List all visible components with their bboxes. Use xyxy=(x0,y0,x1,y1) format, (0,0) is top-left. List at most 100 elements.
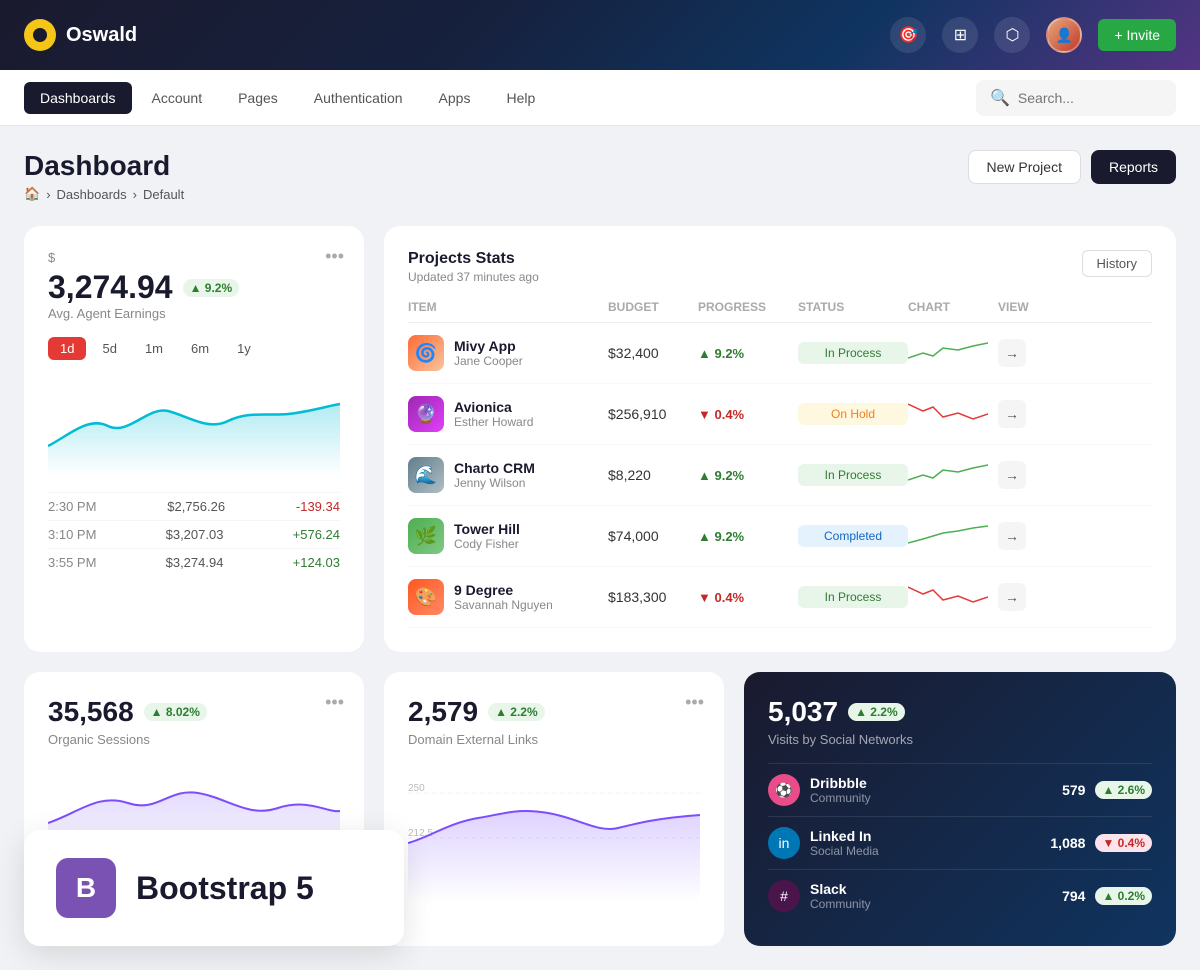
social-badge: ▲ 2.2% xyxy=(848,703,905,721)
projects-header: Projects Stats Updated 37 minutes ago Hi… xyxy=(408,250,1152,284)
social-row-slack: # Slack Community 794 ▲ 0.2% xyxy=(768,869,1152,922)
earnings-card: ••• $ 3,274.94 ▲ 9.2% Avg. Agent Earning… xyxy=(24,226,364,652)
organic-sessions-card: ••• 35,568 ▲ 8.02% Organic Sessions xyxy=(24,672,364,946)
history-button[interactable]: History xyxy=(1082,250,1152,277)
chart-data: 2:30 PM $2,756.26 -139.34 3:10 PM $3,207… xyxy=(48,492,340,576)
organic-badge: ▲ 8.02% xyxy=(144,703,207,721)
tab-pages[interactable]: Pages xyxy=(222,82,294,114)
filter-1y[interactable]: 1y xyxy=(225,337,263,360)
status-badge-inprocess: In Process xyxy=(798,464,908,486)
slack-badge: ▲ 0.2% xyxy=(1095,887,1152,905)
filter-5d[interactable]: 5d xyxy=(90,337,128,360)
search-icon: 🔍 xyxy=(990,88,1010,108)
status-badge-inprocess: In Process xyxy=(798,342,908,364)
status-badge-onhold: On Hold xyxy=(798,403,908,425)
projects-table: ITEM BUDGET PROGRESS STATUS CHART VIEW 🌀… xyxy=(408,300,1152,628)
view-button[interactable]: → xyxy=(998,400,1026,428)
avatar[interactable]: 👤 xyxy=(1046,17,1082,53)
project-icon-mivy: 🌀 xyxy=(408,335,444,371)
tab-account[interactable]: Account xyxy=(136,82,219,114)
filter-1m[interactable]: 1m xyxy=(133,337,175,360)
nav-tabs: Dashboards Account Pages Authentication … xyxy=(24,82,551,114)
tab-help[interactable]: Help xyxy=(490,82,551,114)
tab-dashboards[interactable]: Dashboards xyxy=(24,82,132,114)
project-icon-9degree: 🎨 xyxy=(408,579,444,615)
social-label: Visits by Social Networks xyxy=(768,732,1152,747)
new-project-button[interactable]: New Project xyxy=(968,150,1081,184)
page-title: Dashboard xyxy=(24,150,184,182)
view-button[interactable]: → xyxy=(998,583,1026,611)
domain-chart: 250 212.5 xyxy=(408,763,700,903)
more-options-button[interactable]: ••• xyxy=(325,692,344,713)
more-options-button[interactable]: ••• xyxy=(685,692,704,713)
currency-symbol: $ xyxy=(48,250,340,265)
top-right-actions: 🎯 ⊞ ⬡ 👤 + Invite xyxy=(890,17,1176,53)
mini-chart xyxy=(908,399,998,429)
domain-badge: ▲ 2.2% xyxy=(488,703,545,721)
app-name: Oswald xyxy=(66,24,137,47)
cards-row-top: ••• $ 3,274.94 ▲ 9.2% Avg. Agent Earning… xyxy=(24,226,1176,652)
mini-chart xyxy=(908,338,998,368)
projects-title: Projects Stats xyxy=(408,250,539,268)
chart-row-3: 3:55 PM $3,274.94 +124.03 xyxy=(48,548,340,576)
earnings-amount: 3,274.94 ▲ 9.2% xyxy=(48,269,340,306)
reports-button[interactable]: Reports xyxy=(1091,150,1176,184)
domain-label: Domain External Links xyxy=(408,732,700,747)
invite-button[interactable]: + Invite xyxy=(1098,19,1176,51)
slack-icon: # xyxy=(768,880,800,912)
mini-chart xyxy=(908,582,998,612)
status-badge-completed: Completed xyxy=(798,525,908,547)
search-input[interactable] xyxy=(1018,90,1162,106)
linkedin-icon: in xyxy=(768,827,800,859)
social-number: 5,037 ▲ 2.2% xyxy=(768,696,1152,728)
top-navigation: Oswald 🎯 ⊞ ⬡ 👤 + Invite xyxy=(0,0,1200,70)
table-row: 🌊 Charto CRM Jenny Wilson $8,220 ▲ 9.2% … xyxy=(408,445,1152,506)
status-badge-inprocess: In Process xyxy=(798,586,908,608)
notification-icon[interactable]: 🎯 xyxy=(890,17,926,53)
page-header: Dashboard 🏠 › Dashboards › Default New P… xyxy=(24,150,1176,202)
header-actions: New Project Reports xyxy=(968,150,1177,184)
breadcrumb: 🏠 › Dashboards › Default xyxy=(24,186,184,202)
domain-links-card: ••• 2,579 ▲ 2.2% Domain External Links xyxy=(384,672,724,946)
linkedin-badge: ▼ 0.4% xyxy=(1095,834,1152,852)
table-row: 🌀 Mivy App Jane Cooper $32,400 ▲ 9.2% In… xyxy=(408,323,1152,384)
bootstrap-text: Bootstrap 5 xyxy=(136,870,314,907)
filter-6m[interactable]: 6m xyxy=(179,337,221,360)
organic-number: 35,568 ▲ 8.02% xyxy=(48,696,340,728)
cards-row-bottom: ••• 35,568 ▲ 8.02% Organic Sessions xyxy=(24,672,1176,946)
mini-chart xyxy=(908,521,998,551)
main-content: Dashboard 🏠 › Dashboards › Default New P… xyxy=(0,126,1200,970)
earnings-badge: ▲ 9.2% xyxy=(183,279,240,297)
view-button[interactable]: → xyxy=(998,339,1026,367)
dribbble-icon: ⚽ xyxy=(768,774,800,806)
earnings-label: Avg. Agent Earnings xyxy=(48,306,340,321)
secondary-navigation: Dashboards Account Pages Authentication … xyxy=(0,70,1200,126)
tab-apps[interactable]: Apps xyxy=(423,82,487,114)
table-header: ITEM BUDGET PROGRESS STATUS CHART VIEW xyxy=(408,300,1152,323)
apps-icon[interactable]: ⊞ xyxy=(942,17,978,53)
time-filters: 1d 5d 1m 6m 1y xyxy=(48,337,340,360)
mini-chart xyxy=(908,460,998,490)
more-options-button[interactable]: ••• xyxy=(325,246,344,267)
bootstrap-overlay: B Bootstrap 5 xyxy=(24,830,404,946)
social-row-dribbble: ⚽ Dribbble Community 579 ▲ 2.6% xyxy=(768,763,1152,816)
view-button[interactable]: → xyxy=(998,461,1026,489)
view-button[interactable]: → xyxy=(998,522,1026,550)
tab-authentication[interactable]: Authentication xyxy=(298,82,419,114)
svg-text:250: 250 xyxy=(408,783,425,794)
chart-row-2: 3:10 PM $3,207.03 +576.24 xyxy=(48,520,340,548)
dribbble-badge: ▲ 2.6% xyxy=(1095,781,1152,799)
logo-icon xyxy=(24,19,56,51)
share-icon[interactable]: ⬡ xyxy=(994,17,1030,53)
filter-1d[interactable]: 1d xyxy=(48,337,86,360)
projects-stats-card: Projects Stats Updated 37 minutes ago Hi… xyxy=(384,226,1176,652)
organic-label: Organic Sessions xyxy=(48,732,340,747)
project-icon-charto: 🌊 xyxy=(408,457,444,493)
chart-row-1: 2:30 PM $2,756.26 -139.34 xyxy=(48,492,340,520)
earnings-chart xyxy=(48,376,340,476)
social-networks-card: ••• 5,037 ▲ 2.2% Visits by Social Networ… xyxy=(744,672,1176,946)
table-row: 🌿 Tower Hill Cody Fisher $74,000 ▲ 9.2% … xyxy=(408,506,1152,567)
project-icon-avionica: 🔮 xyxy=(408,396,444,432)
home-icon: 🏠 xyxy=(24,186,40,202)
project-icon-tower: 🌿 xyxy=(408,518,444,554)
